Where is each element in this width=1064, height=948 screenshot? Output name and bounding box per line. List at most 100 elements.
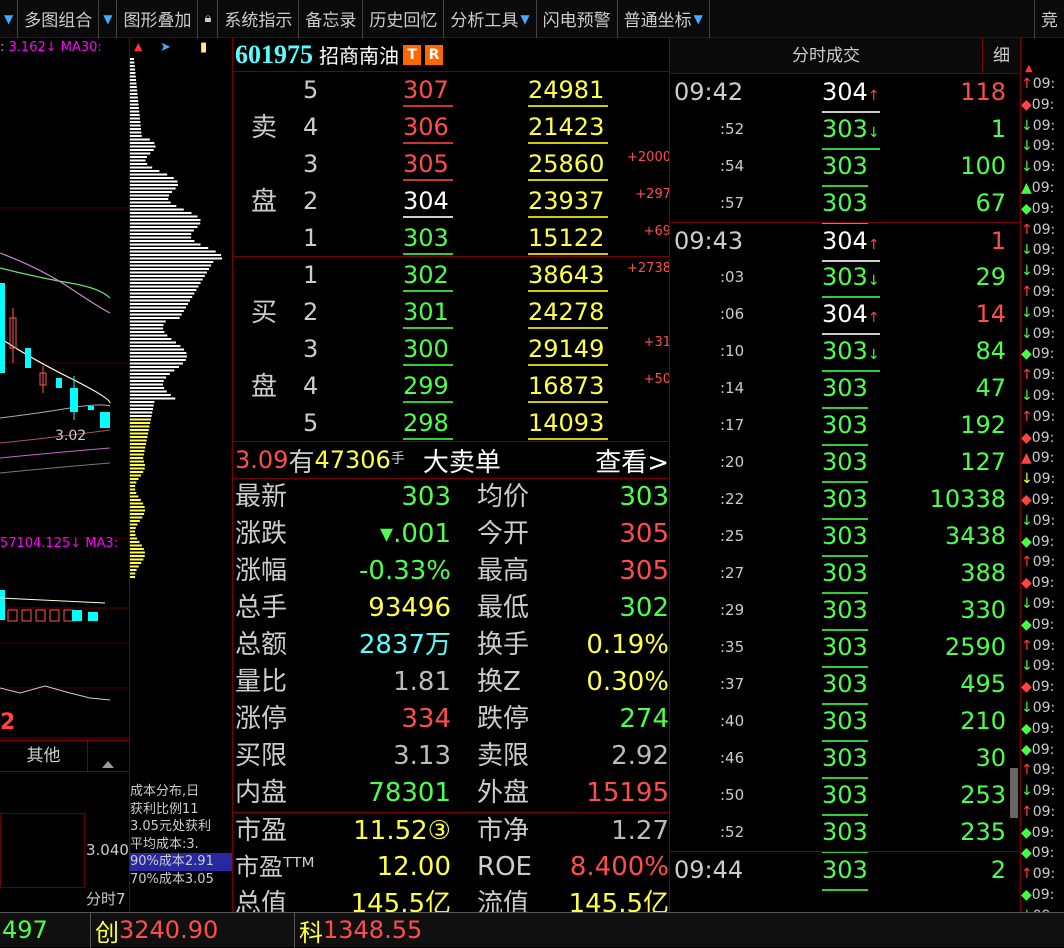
alert-row[interactable]: ↑09: [1021, 282, 1064, 303]
alert-row[interactable]: ↑09: [1021, 407, 1064, 428]
alert-row[interactable]: ◆09: [1021, 95, 1064, 116]
trade-row[interactable]: 09:44 303 2 [670, 851, 1020, 891]
alert-row[interactable]: ↓09: [1021, 656, 1064, 677]
sell-row[interactable]: 3 305 25860 +2000 [233, 146, 669, 183]
chip-distribution-panel[interactable]: ▲ ➤ ▮ 成本分布,日 获利比例11 3.05元处获利 平均成本:3. 90%… [130, 38, 232, 912]
toolbar-coordinates[interactable]: 普通坐标 ▼ [618, 0, 710, 38]
toolbar-analysis-tools[interactable]: 分析工具 ▼ [444, 0, 537, 38]
alert-row[interactable]: ◆09: [1021, 490, 1064, 511]
alert-row[interactable]: ◆09: [1021, 885, 1064, 906]
sell-row[interactable]: 5 307 24981 [233, 72, 669, 109]
scroll-up-icon[interactable]: ▲ [1025, 63, 1033, 74]
big-order-line[interactable]: 3.09 有 47306 手 大卖单 查看> [233, 442, 669, 479]
trade-row[interactable]: :40 303 210 [670, 703, 1020, 742]
bookmark-icon[interactable]: ▮ [200, 40, 207, 55]
alert-row[interactable]: ▲09: [1021, 178, 1064, 199]
trade-row[interactable]: :50 303 253 [670, 777, 1020, 816]
alert-row[interactable]: ↓09: [1021, 303, 1064, 324]
alert-row[interactable]: ↑09: [1021, 552, 1064, 573]
trade-row[interactable]: :52 303 235 [670, 814, 1020, 853]
buy-row[interactable]: 1 302 38643 +2738 [233, 257, 669, 294]
strip-scroll-arrows[interactable]: ▲ [1021, 38, 1064, 74]
alert-row[interactable]: ◆09: [1021, 719, 1064, 740]
alert-row[interactable]: ↑09: [1021, 636, 1064, 657]
toolbar-indicators[interactable]: 系统指示 [218, 0, 300, 38]
sell-row[interactable]: 2 304 23937 +297 [233, 183, 669, 220]
trade-row[interactable]: :03 303↓ 29 [670, 259, 1020, 298]
trade-row[interactable]: :46 303 30 [670, 740, 1020, 779]
alert-row[interactable]: ↑09: [1021, 760, 1064, 781]
trades-title[interactable]: 分时成交 [670, 38, 982, 73]
alert-row[interactable]: ↓09: [1021, 469, 1064, 490]
scrollbar-thumb[interactable] [1010, 768, 1018, 818]
toolbar-overlay[interactable]: 图形叠加 [117, 0, 199, 38]
buy-row[interactable]: 3 300 29149 +31 [233, 331, 669, 368]
trade-row[interactable]: :37 303 495 [670, 666, 1020, 705]
trade-row[interactable]: :35 303 2590 [670, 629, 1020, 668]
trade-row[interactable]: :06 304↑ 14 [670, 296, 1020, 335]
detail-tab[interactable]: 细 [982, 38, 1020, 73]
cursor-icon[interactable]: ➤ [160, 40, 171, 55]
trade-row[interactable]: :54 303 100 [670, 148, 1020, 187]
toolbar-memo[interactable]: 备忘录 [299, 0, 364, 38]
alert-row[interactable]: ↓09: [1021, 781, 1064, 802]
dropdown-arrow-icon[interactable]: ▼ [99, 0, 118, 38]
trade-row[interactable]: :17 303 192 [670, 407, 1020, 446]
toolbar-multi-chart[interactable]: 多图组合 [18, 0, 100, 38]
alert-row[interactable]: ↑09: [1021, 365, 1064, 386]
alert-row[interactable]: ↓09: [1021, 698, 1064, 719]
view-link[interactable]: 查看> [595, 442, 669, 479]
alert-row[interactable]: ◆09: [1021, 532, 1064, 553]
alert-row[interactable]: ↓09: [1021, 324, 1064, 345]
dropdown-arrow-icon[interactable]: ▼ [0, 0, 19, 38]
alert-row[interactable]: ↓09: [1021, 594, 1064, 615]
alert-row[interactable]: ◆09: [1021, 615, 1064, 636]
alert-row[interactable]: ↑09: [1021, 74, 1064, 95]
alert-row[interactable]: ◆09: [1021, 344, 1064, 365]
trade-row[interactable]: :27 303 388 [670, 555, 1020, 594]
trade-row[interactable]: :20 303 127 [670, 444, 1020, 483]
alert-row[interactable]: ◆09: [1021, 573, 1064, 594]
alert-row[interactable]: ◆09: [1021, 199, 1064, 220]
alert-row[interactable]: ◆09: [1021, 740, 1064, 761]
trade-row[interactable]: :29 303 330 [670, 592, 1020, 631]
badge-t[interactable]: T [403, 44, 421, 65]
tab-other[interactable]: 其他 [0, 741, 88, 771]
trade-row[interactable]: 09:43 304↑ 1 [670, 222, 1020, 262]
toolbar-flash-alert[interactable]: 闪电预警 [537, 0, 618, 38]
alert-row[interactable]: ↓09: [1021, 136, 1064, 157]
alert-row[interactable]: ↓09: [1021, 386, 1064, 407]
alert-row[interactable]: ◆09: [1021, 677, 1064, 698]
trade-row[interactable]: :25 303 3438 [670, 518, 1020, 557]
lock-icon[interactable]: 🔒︎ [198, 0, 219, 38]
buy-row[interactable]: 4 299 16873 +50 [233, 368, 669, 405]
alert-row[interactable]: ▲09: [1021, 448, 1064, 469]
sell-row[interactable]: 1 303 15122 +69 [233, 220, 669, 257]
trade-row[interactable]: :52 303↓ 1 [670, 111, 1020, 150]
alert-row[interactable]: ↓09: [1021, 261, 1064, 282]
toolbar-history[interactable]: 历史回忆 [363, 0, 445, 38]
alert-row[interactable]: ↓09: [1021, 511, 1064, 532]
alert-row[interactable]: ↓09: [1021, 157, 1064, 178]
trades-list[interactable]: 09:42 304↑ 118:52 303↓ 1:54 303 100:57 303 67 09:… [670, 74, 1020, 891]
toolbar-auction[interactable]: 竞 [1034, 0, 1064, 38]
kline-chart-panel[interactable]: : 3.162↓ MA30: 3.02 57104.125↓ MA3: 2 其他… [0, 38, 130, 912]
badge-r[interactable]: R [425, 44, 443, 65]
sell-row[interactable]: 4 306 21423 [233, 109, 669, 146]
trade-row[interactable]: :22 303 10338 [670, 481, 1020, 520]
alert-row[interactable]: ↓09: [1021, 116, 1064, 137]
buy-row[interactable]: 5 298 14093 [233, 405, 669, 442]
buy-row[interactable]: 2 301 24278 [233, 294, 669, 331]
alert-row[interactable]: ◆09: [1021, 823, 1064, 844]
tab-arrow-icon[interactable] [88, 741, 129, 771]
alert-row[interactable]: ↑09: [1021, 802, 1064, 823]
alert-row[interactable]: ◆09: [1021, 428, 1064, 449]
alert-row[interactable]: ◆09: [1021, 843, 1064, 864]
alert-strip[interactable]: ▲ ↑09: ◆09: ↓09: ↓09: ↓09: ▲09: ◆09: ↑09: ↓09: ↓0… [1020, 38, 1064, 912]
alert-row[interactable]: ↑09: [1021, 220, 1064, 241]
trade-row[interactable]: :14 303 47 [670, 370, 1020, 409]
trade-row[interactable]: :10 303↓ 84 [670, 333, 1020, 372]
alert-row[interactable]: ↑09: [1021, 864, 1064, 885]
alert-row[interactable]: ↓09: [1021, 240, 1064, 261]
trade-row[interactable]: 09:42 304↑ 118 [670, 74, 1020, 113]
